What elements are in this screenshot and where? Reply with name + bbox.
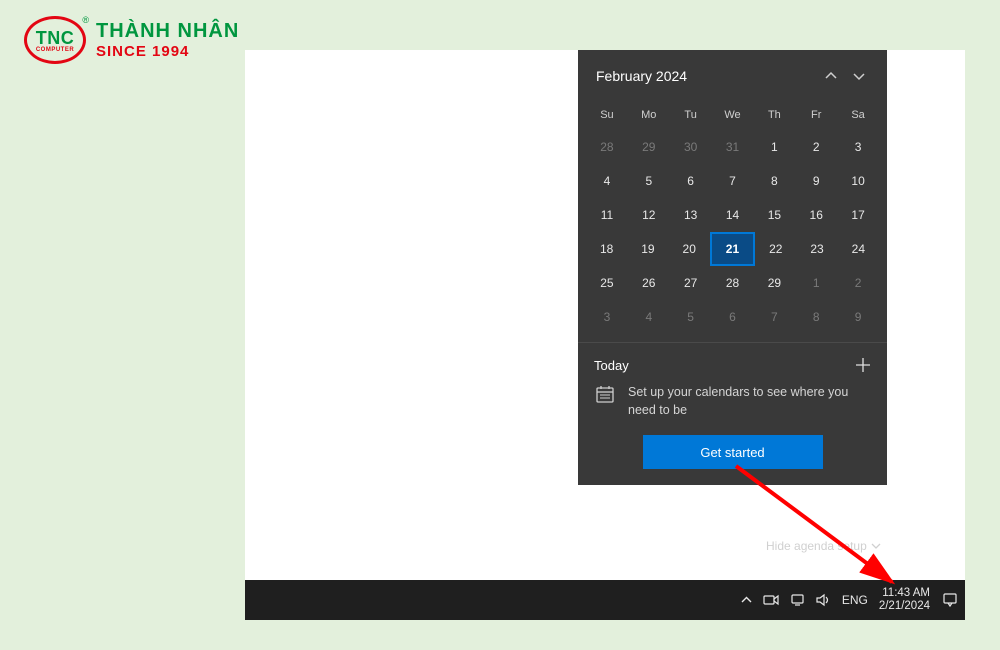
calendar-day[interactable]: 1 — [753, 130, 795, 164]
calendar-flyout: February 2024 SuMoTuWeThFrSa 28293031123… — [578, 50, 887, 485]
taskbar-clock[interactable]: 11:43 AM 2/21/2024 — [879, 587, 930, 613]
taskbar: ENG 11:43 AM 2/21/2024 — [245, 580, 965, 620]
calendar-day[interactable]: 10 — [837, 164, 879, 198]
calendar-day[interactable]: 2 — [795, 130, 837, 164]
calendar-day[interactable]: 20 — [669, 232, 710, 266]
calendar-grid: SuMoTuWeThFrSa 2829303112345678910111213… — [578, 100, 887, 342]
calendar-day[interactable]: 25 — [586, 266, 628, 300]
calendar-day[interactable]: 17 — [837, 198, 879, 232]
add-event-button[interactable] — [855, 357, 871, 373]
calendar-prev-button[interactable] — [817, 62, 845, 90]
calendar-week-row: 252627282912 — [586, 266, 879, 300]
hide-agenda-label: Hide agenda setup — [766, 539, 867, 553]
chevron-up-icon — [825, 70, 837, 82]
calendar-day[interactable]: 7 — [753, 300, 795, 334]
calendar-day[interactable]: 9 — [795, 164, 837, 198]
calendar-week-row: 45678910 — [586, 164, 879, 198]
agenda-panel: Today Set up your calendars to see where… — [578, 342, 887, 485]
calendar-day[interactable]: 18 — [586, 232, 627, 266]
calendar-day[interactable]: 5 — [628, 164, 670, 198]
calendar-week-row: 3456789 — [586, 300, 879, 334]
calendar-dow-cell: Fr — [795, 100, 837, 130]
calendar-day[interactable]: 19 — [627, 232, 668, 266]
calendar-week-row: 18192021222324 — [586, 232, 879, 266]
get-started-button[interactable]: Get started — [643, 435, 823, 469]
logo-badge: ® TNC COMPUTER — [24, 16, 86, 64]
logo-badge-main: TNC — [36, 28, 75, 49]
calendar-day[interactable]: 9 — [837, 300, 879, 334]
calendar-day[interactable]: 13 — [670, 198, 712, 232]
calendar-week-row: 28293031123 — [586, 130, 879, 164]
taskbar-time: 11:43 AM — [879, 587, 930, 600]
calendar-dow-cell: Sa — [837, 100, 879, 130]
calendar-day[interactable]: 5 — [670, 300, 712, 334]
calendar-dow-cell: Th — [753, 100, 795, 130]
taskbar-date: 2/21/2024 — [879, 600, 930, 613]
calendar-dow-cell: Mo — [628, 100, 670, 130]
volume-icon[interactable] — [816, 593, 831, 607]
calendar-day[interactable]: 8 — [795, 300, 837, 334]
calendar-day[interactable]: 30 — [670, 130, 712, 164]
calendar-dow-row: SuMoTuWeThFrSa — [586, 100, 879, 130]
calendar-dow-cell: We — [712, 100, 754, 130]
agenda-setup-message: Set up your calendars to see where you n… — [628, 383, 871, 419]
logo-line2: SINCE 1994 — [96, 43, 239, 60]
chevron-down-icon — [871, 541, 881, 551]
calendar-day[interactable]: 29 — [753, 266, 795, 300]
calendar-day[interactable]: 28 — [712, 266, 754, 300]
network-icon[interactable] — [790, 593, 805, 607]
calendar-day[interactable]: 29 — [628, 130, 670, 164]
calendar-next-button[interactable] — [845, 62, 873, 90]
calendar-day[interactable]: 26 — [628, 266, 670, 300]
chevron-down-icon — [853, 70, 865, 82]
calendar-day-today[interactable]: 21 — [710, 232, 755, 266]
system-tray: ENG 11:43 AM 2/21/2024 — [741, 587, 959, 613]
calendar-day[interactable]: 6 — [670, 164, 712, 198]
calendar-icon — [594, 383, 616, 405]
calendar-header: February 2024 — [578, 50, 887, 100]
calendar-week-row: 11121314151617 — [586, 198, 879, 232]
calendar-day[interactable]: 7 — [712, 164, 754, 198]
brand-logo: ® TNC COMPUTER THÀNH NHÂN SINCE 1994 — [24, 16, 239, 64]
calendar-month-label[interactable]: February 2024 — [596, 68, 817, 84]
calendar-day[interactable]: 12 — [628, 198, 670, 232]
calendar-day[interactable]: 11 — [586, 198, 628, 232]
calendar-day[interactable]: 14 — [712, 198, 754, 232]
calendar-day[interactable]: 3 — [837, 130, 879, 164]
calendar-day[interactable]: 28 — [586, 130, 628, 164]
logo-text: THÀNH NHÂN SINCE 1994 — [96, 20, 239, 60]
calendar-day[interactable]: 1 — [795, 266, 837, 300]
logo-line1: THÀNH NHÂN — [96, 20, 239, 43]
language-indicator[interactable]: ENG — [842, 593, 868, 607]
calendar-day[interactable]: 27 — [670, 266, 712, 300]
action-center-button[interactable] — [941, 591, 959, 609]
meet-now-icon[interactable] — [763, 593, 779, 607]
tray-overflow-button[interactable] — [741, 595, 752, 606]
calendar-day[interactable]: 24 — [838, 232, 879, 266]
calendar-dow-cell: Su — [586, 100, 628, 130]
chevron-up-icon — [741, 595, 752, 606]
calendar-day[interactable]: 23 — [796, 232, 837, 266]
calendar-day[interactable]: 22 — [755, 232, 796, 266]
hide-agenda-button[interactable]: Hide agenda setup — [766, 539, 881, 553]
plus-icon — [855, 357, 871, 373]
calendar-day[interactable]: 8 — [753, 164, 795, 198]
calendar-dow-cell: Tu — [670, 100, 712, 130]
notification-icon — [942, 592, 958, 608]
agenda-today-label: Today — [594, 358, 855, 373]
calendar-day[interactable]: 6 — [712, 300, 754, 334]
logo-badge-sub: COMPUTER — [36, 47, 74, 53]
calendar-day[interactable]: 2 — [837, 266, 879, 300]
calendar-day[interactable]: 4 — [586, 164, 628, 198]
calendar-day[interactable]: 3 — [586, 300, 628, 334]
calendar-day[interactable]: 4 — [628, 300, 670, 334]
calendar-day[interactable]: 31 — [712, 130, 754, 164]
calendar-day[interactable]: 16 — [795, 198, 837, 232]
calendar-day[interactable]: 15 — [753, 198, 795, 232]
